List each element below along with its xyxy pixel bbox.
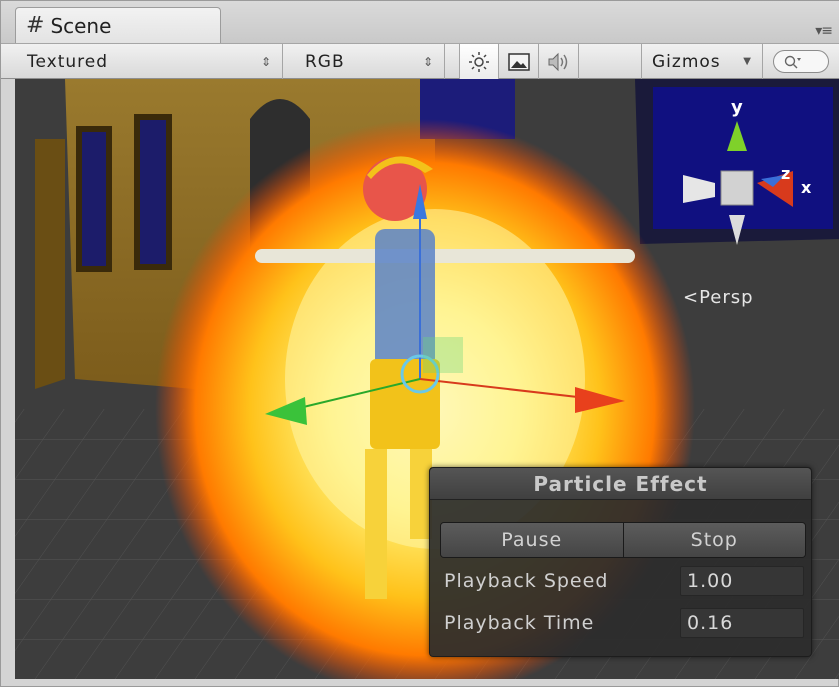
axis-label-y: y <box>731 97 743 118</box>
scene-toolbar: Textured ⇕ RGB ⇕ Gizmos ▼ <box>1 43 839 79</box>
building-window <box>134 114 172 270</box>
stop-button[interactable]: Stop <box>622 523 805 557</box>
render-mode-value: Textured <box>27 51 109 72</box>
tab-scene[interactable]: # Scene <box>15 7 221 43</box>
image-icon <box>507 52 530 71</box>
render-mode-dropdown[interactable]: Textured ⇕ <box>15 44 283 79</box>
panel-title: Particle Effect <box>533 471 708 496</box>
scene-search-input[interactable] <box>773 50 829 73</box>
grid-icon: # <box>26 12 45 38</box>
far-window <box>653 87 833 229</box>
playback-buttons: Pause Stop <box>440 522 806 558</box>
channel-value: RGB <box>305 51 345 72</box>
dropdown-arrow-icon: ▼ <box>743 56 752 67</box>
chevron-left-icon: < <box>683 287 700 308</box>
pause-button[interactable]: Pause <box>441 523 623 557</box>
playback-time-field[interactable]: 0.16 <box>680 608 804 638</box>
playback-speed-label: Playback Speed <box>444 570 609 592</box>
scene-window: # Scene ▾≡ Textured ⇕ RGB ⇕ Gizmos ▼ y z… <box>0 0 839 687</box>
building-window <box>76 126 112 272</box>
scene-lighting-toggle[interactable] <box>459 44 499 79</box>
playback-time-row: Playback Time 0.16 <box>444 608 806 638</box>
tab-scene-label: Scene <box>50 13 112 38</box>
projection-toggle[interactable]: <Persp <box>683 287 754 308</box>
updown-arrows-icon: ⇕ <box>260 54 272 69</box>
gizmos-label: Gizmos <box>652 51 721 72</box>
building-wall-side <box>35 139 65 389</box>
gizmos-dropdown[interactable]: Gizmos ▼ <box>641 44 763 79</box>
panel-header: Particle Effect <box>430 468 811 500</box>
particle-effect-panel: Particle Effect Pause Stop Playback Spee… <box>429 467 812 657</box>
panel-menu-icon[interactable]: ▾≡ <box>815 23 833 39</box>
speaker-icon <box>548 52 567 71</box>
sun-icon <box>469 51 489 72</box>
projection-label: Persp <box>699 287 754 308</box>
playback-time-label: Playback Time <box>444 612 595 634</box>
search-icon <box>784 55 801 68</box>
axis-label-x: x <box>801 178 812 197</box>
scene-overlay-toggle[interactable] <box>499 44 539 79</box>
playback-speed-row: Playback Speed 1.00 <box>444 566 806 596</box>
axis-label-z: z <box>781 164 790 183</box>
scene-viewport[interactable]: y z x <Persp Particle Effect Pause Stop … <box>15 79 839 679</box>
updown-arrows-icon: ⇕ <box>422 54 434 69</box>
channel-dropdown[interactable]: RGB ⇕ <box>293 44 445 79</box>
playback-speed-field[interactable]: 1.00 <box>680 566 804 596</box>
scene-audio-toggle[interactable] <box>539 44 579 79</box>
tab-bar: # Scene ▾≡ <box>1 1 839 43</box>
